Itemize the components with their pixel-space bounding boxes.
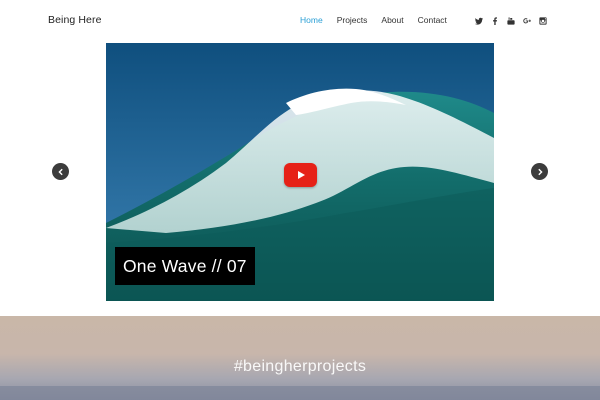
twitter-icon[interactable]	[474, 16, 484, 26]
facebook-icon[interactable]	[490, 16, 500, 26]
hero-slider[interactable]: One Wave // 07	[106, 43, 494, 301]
youtube-icon[interactable]	[506, 16, 516, 26]
instagram-icon[interactable]	[538, 16, 548, 26]
site-logo[interactable]: Being Here	[48, 14, 102, 26]
nav-contact[interactable]: Contact	[418, 15, 447, 25]
slide-caption: One Wave // 07	[115, 247, 255, 285]
projects-banner: #beingherprojects	[0, 316, 600, 400]
nav-home[interactable]: Home	[300, 15, 323, 25]
nav-about[interactable]: About	[381, 15, 403, 25]
chevron-left-icon	[57, 168, 63, 175]
google-plus-icon[interactable]	[522, 16, 532, 26]
banner-hashtag: #beingherprojects	[233, 358, 367, 375]
site-header: Being Here Home Projects About Contact	[0, 0, 600, 43]
main-nav: Home Projects About Contact	[300, 15, 461, 25]
video-play-button[interactable]	[284, 163, 317, 187]
social-links	[474, 16, 554, 26]
slider-prev-button[interactable]	[52, 163, 69, 180]
chevron-right-icon	[537, 168, 543, 175]
youtube-play-icon	[297, 171, 305, 179]
slider-next-button[interactable]	[531, 163, 548, 180]
nav-projects[interactable]: Projects	[337, 15, 368, 25]
